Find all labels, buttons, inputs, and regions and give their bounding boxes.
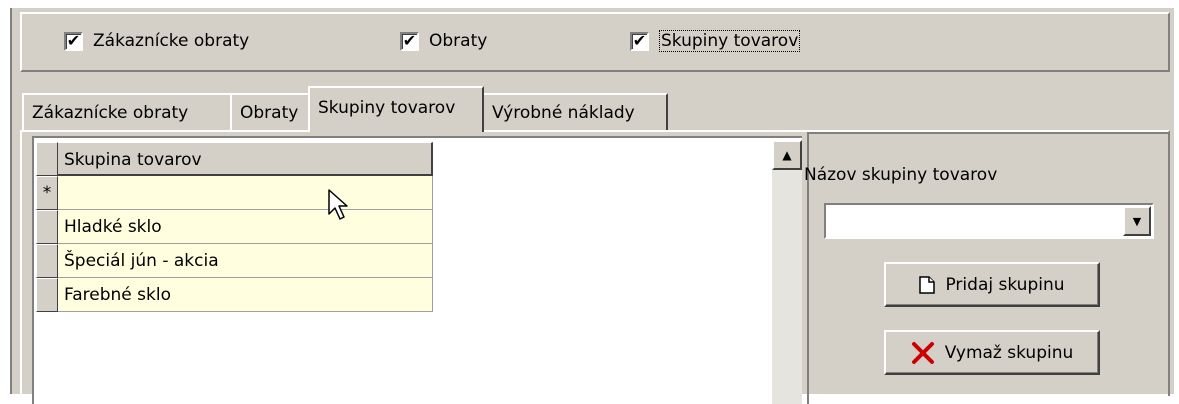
checkbox-label: Skupiny tovarov bbox=[659, 30, 801, 52]
grid-cell[interactable] bbox=[58, 176, 433, 210]
checkbox-box[interactable]: ✔ bbox=[64, 31, 83, 51]
form-window: ✔ Zákaznícke obraty ✔ Obraty ✔ Skupiny t… bbox=[10, 8, 1174, 404]
scroll-up-icon: ▲ bbox=[782, 148, 792, 162]
group-name-label: Názov skupiny tovarov bbox=[804, 165, 998, 185]
tab-obraty[interactable]: Obraty bbox=[230, 93, 310, 130]
red-x-icon bbox=[911, 341, 935, 365]
tab-vyrobne-naklady[interactable]: Výrobné náklady bbox=[482, 93, 668, 130]
grid-header-row: Skupina tovarov bbox=[36, 142, 433, 176]
checkmark-icon: ✔ bbox=[402, 31, 417, 50]
data-grid[interactable]: Skupina tovarov * Hladké sklo Špeciál jú… bbox=[32, 136, 802, 404]
vertical-scrollbar[interactable]: ▲ bbox=[772, 140, 802, 404]
tab-skupiny-tovarov[interactable]: Skupiny tovarov bbox=[308, 86, 484, 132]
table-row[interactable]: Hladké sklo bbox=[36, 210, 433, 244]
checkmark-icon: ✔ bbox=[632, 31, 647, 50]
checkbox-zakaznicke-obraty[interactable]: ✔ Zákaznícke obraty bbox=[64, 30, 249, 52]
grid-cell[interactable]: Farebné sklo bbox=[58, 278, 433, 312]
group-name-combobox[interactable]: ▼ bbox=[824, 203, 1154, 239]
new-document-icon bbox=[919, 275, 936, 294]
checkmark-icon: ✔ bbox=[66, 31, 81, 50]
combo-dropdown-button[interactable]: ▼ bbox=[1123, 206, 1151, 236]
add-group-label: Pridaj skupinu bbox=[945, 274, 1065, 295]
checkbox-box[interactable]: ✔ bbox=[400, 31, 419, 51]
table-row-new[interactable]: * bbox=[36, 176, 433, 210]
row-selector[interactable] bbox=[36, 142, 58, 176]
add-group-button[interactable]: Pridaj skupinu bbox=[884, 262, 1100, 307]
checkbox-box[interactable]: ✔ bbox=[630, 31, 649, 51]
tab-zakaznicke-obraty[interactable]: Zákaznícke obraty bbox=[22, 93, 232, 130]
scroll-up-button[interactable]: ▲ bbox=[772, 140, 802, 170]
delete-group-button[interactable]: Vymaž skupinu bbox=[884, 330, 1100, 375]
checkbox-obraty[interactable]: ✔ Obraty bbox=[400, 30, 487, 52]
checkbox-label: Obraty bbox=[429, 31, 488, 51]
grid-cell[interactable]: Špeciál jún - akcia bbox=[58, 244, 433, 278]
table-row[interactable]: Farebné sklo bbox=[36, 278, 433, 312]
row-selector[interactable] bbox=[36, 210, 58, 244]
row-selector[interactable] bbox=[36, 278, 58, 312]
column-header-skupina-tovarov[interactable]: Skupina tovarov bbox=[58, 142, 433, 176]
new-row-marker[interactable]: * bbox=[36, 176, 58, 210]
checkbox-label: Zákaznícke obraty bbox=[93, 31, 250, 51]
table-row[interactable]: Špeciál jún - akcia bbox=[36, 244, 433, 278]
delete-group-label: Vymaž skupinu bbox=[944, 342, 1074, 363]
chevron-down-icon: ▼ bbox=[1132, 214, 1142, 228]
grid-cell[interactable]: Hladké sklo bbox=[58, 210, 433, 244]
checkbox-skupiny-tovarov[interactable]: ✔ Skupiny tovarov bbox=[630, 30, 801, 52]
mouse-cursor-icon bbox=[327, 188, 351, 229]
row-selector[interactable] bbox=[36, 244, 58, 278]
